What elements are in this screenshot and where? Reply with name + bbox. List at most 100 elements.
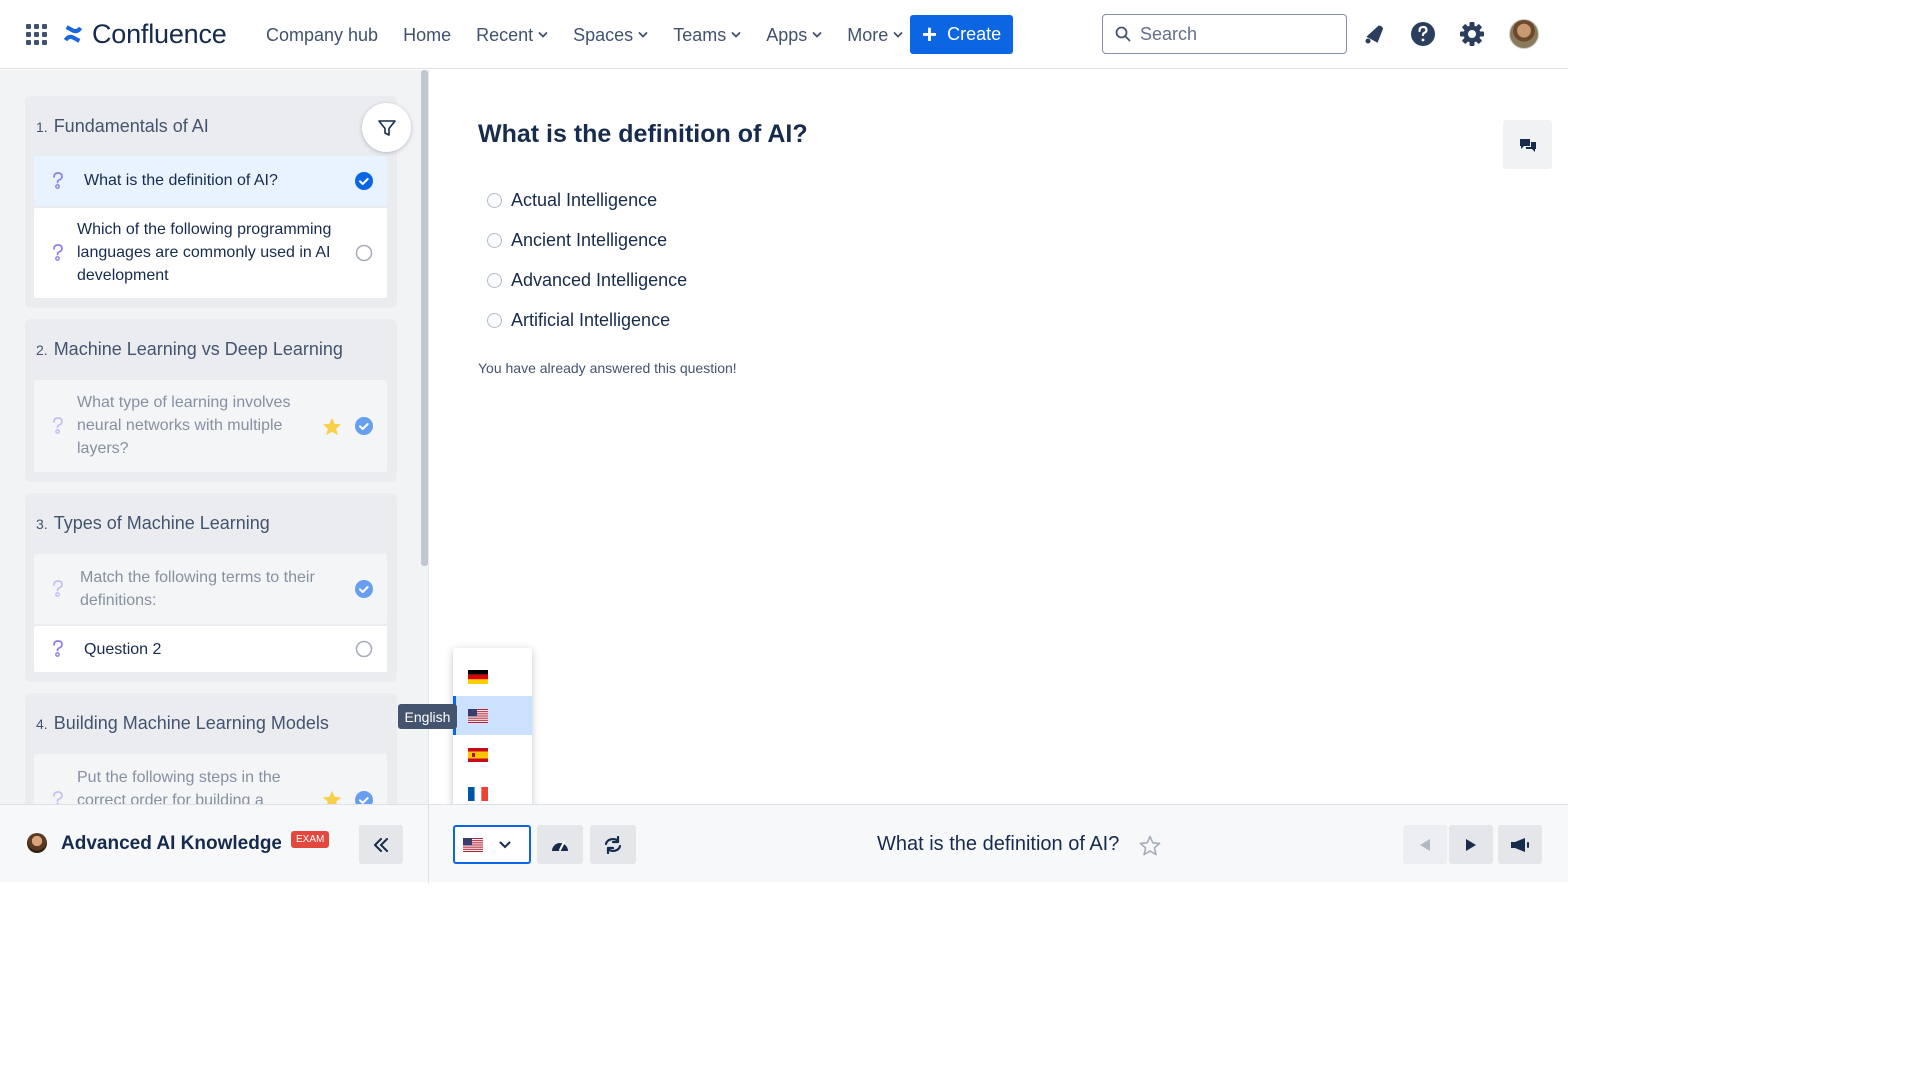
- confluence-logo[interactable]: Confluence: [62, 17, 227, 51]
- bottom-bar: Advanced AI Knowledge... EXAM What is th: [0, 804, 1568, 883]
- search-box[interactable]: [1102, 14, 1347, 54]
- question-icon: [53, 580, 63, 597]
- question-item[interactable]: Match the following terms to their defin…: [34, 554, 387, 624]
- language-tooltip: English: [398, 704, 457, 729]
- question-sidebar: 1. Fundamentals of AI What is the definit…: [0, 70, 429, 804]
- option-label: Actual Intelligence: [511, 190, 658, 210]
- sidebar-scrollbar[interactable]: [421, 70, 428, 566]
- nav-item-apps[interactable]: Apps: [766, 25, 822, 46]
- section-title-text: Types of Machine Learning: [53, 513, 270, 533]
- speed-button[interactable]: [537, 825, 583, 864]
- question-text: What is the definition of AI?: [84, 172, 278, 189]
- us-flag-icon: [463, 837, 483, 852]
- previous-button[interactable]: [1403, 825, 1447, 864]
- nav-item-label: Home: [403, 24, 452, 45]
- star-outline-icon[interactable]: [1138, 834, 1162, 858]
- question-item[interactable]: Which of the following programming langu…: [34, 208, 387, 298]
- radio-button[interactable]: [487, 313, 502, 328]
- question-item[interactable]: Put the following steps in the correct o…: [34, 754, 387, 804]
- announce-button[interactable]: [1498, 825, 1542, 864]
- nav-item-spaces[interactable]: Spaces: [573, 25, 648, 46]
- section-4: 4. Building Machine Learning Models Put t…: [25, 693, 397, 804]
- confluence-logo-icon: [63, 25, 83, 43]
- radio-button[interactable]: [487, 233, 502, 248]
- language-option-es[interactable]: [453, 735, 532, 774]
- answer-option[interactable]: Advanced Intelligence: [487, 270, 687, 291]
- collapse-sidebar-button[interactable]: [359, 825, 403, 864]
- create-label: Create: [947, 24, 1002, 44]
- search-icon: [1115, 26, 1131, 42]
- nav-item-recent[interactable]: Recent: [476, 25, 548, 46]
- user-avatar[interactable]: [1509, 19, 1539, 49]
- section-title: 2. Machine Learning vs Deep Learning: [36, 339, 343, 360]
- answer-option[interactable]: Ancient Intelligence: [487, 230, 667, 251]
- filter-button[interactable]: [362, 103, 411, 152]
- question-item[interactable]: What is the definition of AI?: [34, 156, 387, 206]
- app-name: Confluence: [92, 18, 227, 49]
- language-option-de[interactable]: [453, 657, 532, 696]
- create-button[interactable]: + Create: [910, 15, 1013, 54]
- option-label: Artificial Intelligence: [511, 310, 671, 330]
- option-label: Advanced Intelligence: [511, 270, 688, 290]
- option-label: Ancient Intelligence: [511, 230, 668, 250]
- comments-button[interactable]: [1503, 120, 1552, 169]
- language-menu: [453, 648, 532, 816]
- space-name[interactable]: Advanced AI Knowledge...: [61, 833, 281, 855]
- question-text: Question 2: [84, 641, 162, 658]
- comments-icon: [1519, 138, 1536, 152]
- section-number: 1.: [36, 119, 48, 135]
- france-flag-icon: [468, 786, 488, 801]
- app-switcher-icon[interactable]: [26, 24, 47, 45]
- question-icon: [53, 244, 63, 261]
- search-input[interactable]: [1140, 23, 1330, 45]
- language-select[interactable]: [453, 825, 531, 864]
- section-title: 3. Types of Machine Learning: [36, 513, 270, 534]
- star-icon: [322, 790, 342, 804]
- refresh-icon: [604, 835, 622, 854]
- triangle-right-icon: [1466, 838, 1476, 851]
- spain-flag-icon: [468, 747, 488, 762]
- radio-button[interactable]: [487, 193, 502, 208]
- nav-item-home[interactable]: Home: [403, 25, 451, 46]
- space-avatar: [27, 833, 47, 853]
- chevron-down-icon: [893, 32, 903, 38]
- check-circle-icon: [355, 580, 373, 598]
- exam-badge: EXAM: [291, 831, 330, 848]
- nav-item-label: Teams: [673, 24, 727, 45]
- answer-option[interactable]: Artificial Intelligence: [487, 310, 670, 331]
- nav-item-teams[interactable]: Teams: [673, 25, 741, 46]
- speedometer-icon: [552, 840, 568, 851]
- radio-button[interactable]: [487, 273, 502, 288]
- answer-option[interactable]: Actual Intelligence: [487, 190, 657, 211]
- current-question-title: What is the definition of AI?: [877, 833, 1120, 855]
- space-info: Advanced AI Knowledge... EXAM: [0, 805, 429, 883]
- notifications-icon[interactable]: [1360, 20, 1388, 48]
- chevron-down-icon: [638, 32, 648, 38]
- next-button[interactable]: [1449, 825, 1493, 864]
- language-option-en-us[interactable]: [453, 696, 532, 735]
- question-item[interactable]: What type of learning involves neural ne…: [34, 380, 387, 472]
- answered-message: You have already answered this question!: [478, 360, 737, 376]
- check-circle-icon: [355, 417, 373, 435]
- question-icon: [53, 640, 63, 657]
- settings-icon[interactable]: [1458, 20, 1486, 48]
- help-icon[interactable]: [1409, 20, 1437, 48]
- filter-icon: [377, 119, 396, 136]
- primary-nav: Company hub Home Recent Spaces Teams Apps More: [266, 22, 928, 48]
- question-text: Which of the following programming langu…: [77, 221, 332, 284]
- question-item[interactable]: Question 2: [34, 626, 387, 672]
- section-number: 2.: [36, 342, 48, 358]
- chevron-down-icon: [812, 32, 822, 38]
- section-number: 3.: [36, 516, 48, 532]
- refresh-button[interactable]: [590, 825, 636, 864]
- check-circle-icon: [355, 172, 373, 190]
- nav-item-company-hub[interactable]: Company hub: [266, 25, 378, 46]
- nav-item-label: Recent: [476, 24, 534, 45]
- nav-item-label: Apps: [766, 24, 808, 45]
- empty-circle-icon: [355, 640, 373, 658]
- nav-item-more[interactable]: More: [847, 25, 903, 46]
- question-icon: [53, 791, 63, 804]
- section-1: 1. Fundamentals of AI What is the definit…: [25, 96, 397, 308]
- chevron-down-icon: [731, 32, 741, 38]
- question-icon: [53, 172, 63, 189]
